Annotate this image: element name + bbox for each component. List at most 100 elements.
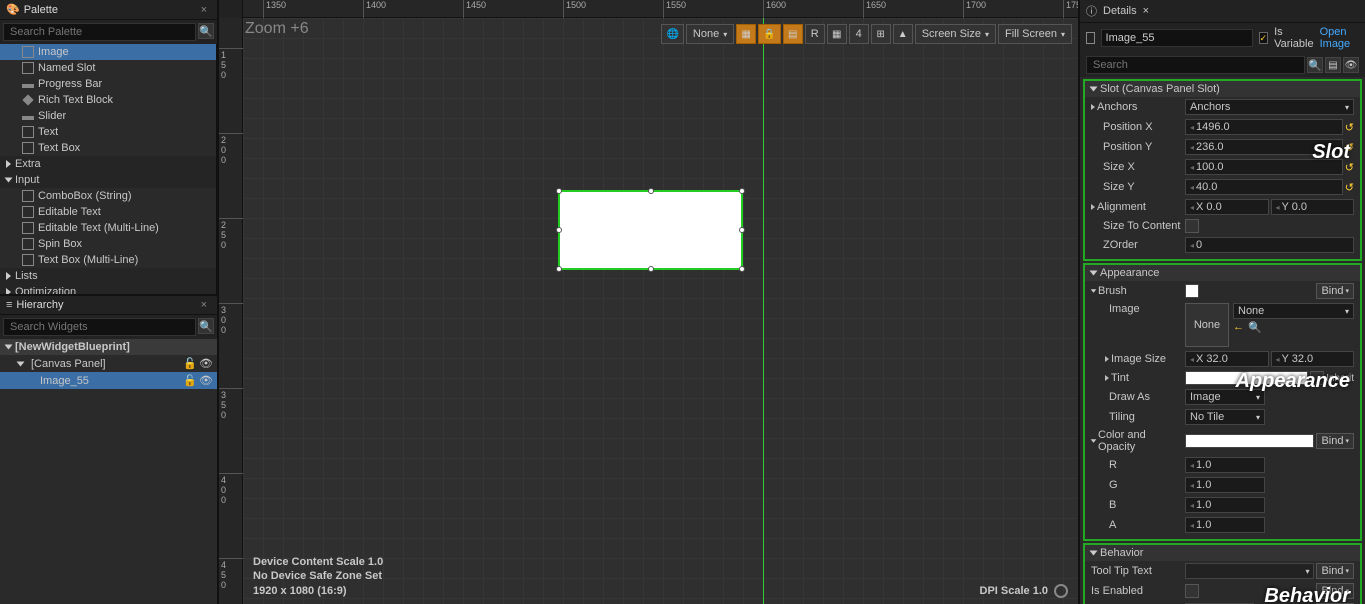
- tiling-label: Tiling: [1109, 411, 1135, 423]
- palette-item[interactable]: Spin Box: [0, 236, 216, 252]
- bind-button[interactable]: Bind: [1316, 583, 1354, 599]
- expand-icon: [17, 361, 25, 366]
- g-input[interactable]: 1.0: [1185, 477, 1265, 493]
- close-icon[interactable]: ×: [197, 299, 211, 311]
- posx-input[interactable]: 1496.0: [1185, 119, 1343, 135]
- selected-widget[interactable]: [558, 190, 743, 270]
- image-thumbnail[interactable]: None: [1185, 303, 1229, 347]
- slot-header[interactable]: Slot (Canvas Panel Slot): [1085, 81, 1360, 97]
- sizex-input[interactable]: 100.0: [1185, 159, 1343, 175]
- palette-item[interactable]: Image: [0, 44, 216, 60]
- tooltip-input[interactable]: [1185, 563, 1314, 579]
- align-x-input[interactable]: X 0.0: [1185, 199, 1269, 215]
- is-variable-checkbox[interactable]: [1259, 32, 1269, 44]
- image-size-y-input[interactable]: Y 32.0: [1271, 351, 1355, 367]
- lang-button[interactable]: 🌐: [661, 24, 683, 44]
- lock-button[interactable]: 🔒: [758, 24, 780, 44]
- search-icon[interactable]: 🔍: [1307, 57, 1323, 73]
- palette-category[interactable]: Input: [0, 172, 216, 188]
- filter-icon[interactable]: ▤: [1325, 57, 1341, 73]
- gear-icon[interactable]: [1054, 584, 1068, 598]
- posy-input[interactable]: 236.0: [1185, 139, 1343, 155]
- r-button[interactable]: R: [805, 24, 825, 44]
- palette-category[interactable]: Optimization: [0, 284, 216, 294]
- grid-num[interactable]: 4: [849, 24, 869, 44]
- use-arrow-icon[interactable]: ←: [1233, 321, 1244, 334]
- outline-button[interactable]: ▲: [893, 24, 913, 44]
- brush-swatch[interactable]: [1185, 284, 1199, 298]
- screen-size-dropdown[interactable]: Screen Size: [915, 24, 996, 44]
- enabled-checkbox[interactable]: [1185, 584, 1199, 598]
- hierarchy-item-canvas[interactable]: [Canvas Panel] 🔓👁: [0, 355, 217, 372]
- bind-button[interactable]: Bind: [1316, 563, 1354, 579]
- reset-icon[interactable]: ↺: [1345, 141, 1354, 154]
- inherit-checkbox[interactable]: [1310, 371, 1324, 385]
- eye-icon[interactable]: 👁: [1343, 57, 1359, 73]
- lock-icon[interactable]: 🔓: [183, 357, 197, 370]
- open-image-link[interactable]: Open Image: [1320, 26, 1359, 50]
- grid-button[interactable]: ▤: [783, 24, 803, 44]
- palette-item[interactable]: Named Slot: [0, 60, 216, 76]
- brush-label: Brush: [1098, 285, 1127, 297]
- eye-icon[interactable]: 👁: [199, 357, 213, 370]
- a-input[interactable]: 1.0: [1185, 517, 1265, 533]
- palette-item[interactable]: Text Box: [0, 140, 216, 156]
- draw-as-dropdown[interactable]: Image: [1185, 389, 1265, 405]
- toolbar-btn-1[interactable]: ▦: [736, 24, 756, 44]
- dpi-label: DPI Scale 1.0: [980, 584, 1069, 598]
- image-size-x-input[interactable]: X 32.0: [1185, 351, 1269, 367]
- palette-item[interactable]: Editable Text (Multi-Line): [0, 220, 216, 236]
- behavior-header[interactable]: Behavior: [1085, 545, 1360, 561]
- tiling-dropdown[interactable]: No Tile: [1185, 409, 1265, 425]
- palette-item[interactable]: Progress Bar: [0, 76, 216, 92]
- palette-header: 🎨 Palette ×: [0, 0, 217, 20]
- palette-item[interactable]: Text: [0, 124, 216, 140]
- reset-icon[interactable]: ↺: [1345, 161, 1354, 174]
- image-dropdown[interactable]: None: [1233, 303, 1354, 319]
- draw-as-label: Draw As: [1109, 391, 1150, 403]
- browse-icon[interactable]: 🔍: [1248, 321, 1262, 334]
- reset-icon[interactable]: ↺: [1345, 121, 1354, 134]
- appearance-header[interactable]: Appearance: [1085, 265, 1360, 281]
- fill-screen-dropdown[interactable]: Fill Screen: [998, 24, 1072, 44]
- align-y-input[interactable]: Y 0.0: [1271, 199, 1355, 215]
- r-input[interactable]: 1.0: [1185, 457, 1265, 473]
- palette-item[interactable]: Slider: [0, 108, 216, 124]
- palette-category[interactable]: Lists: [0, 268, 216, 284]
- details-search-input[interactable]: [1086, 56, 1305, 74]
- snap-button[interactable]: ▦: [827, 24, 847, 44]
- search-icon[interactable]: 🔍: [198, 318, 214, 334]
- size-to-content-checkbox[interactable]: [1185, 219, 1199, 233]
- palette-item[interactable]: Rich Text Block: [0, 92, 216, 108]
- anchors-dropdown[interactable]: Anchors: [1185, 99, 1354, 115]
- palette-category[interactable]: Extra: [0, 156, 216, 172]
- none-dropdown[interactable]: None: [686, 24, 734, 44]
- search-icon[interactable]: 🔍: [198, 23, 214, 39]
- designer-viewport[interactable]: 🌐 None ▦ 🔒 ▤ R ▦ 4 ⊞ ▲ Screen Size Fill …: [243, 18, 1078, 604]
- expand-icon: [5, 345, 13, 350]
- bind-button[interactable]: Bind: [1316, 433, 1354, 449]
- bind-button[interactable]: Bind: [1316, 283, 1354, 299]
- reset-icon[interactable]: ↺: [1345, 181, 1354, 194]
- palette-item[interactable]: Text Box (Multi-Line): [0, 252, 216, 268]
- hierarchy-item-image[interactable]: Image_55 🔓👁: [0, 372, 217, 389]
- close-icon[interactable]: ×: [197, 4, 211, 16]
- palette-search-input[interactable]: [3, 23, 196, 41]
- layout-button[interactable]: ⊞: [871, 24, 891, 44]
- tint-color[interactable]: [1185, 371, 1308, 385]
- color-opacity-bar[interactable]: [1185, 434, 1314, 448]
- widget-name-input[interactable]: [1101, 29, 1253, 47]
- eye-icon[interactable]: 👁: [199, 374, 213, 387]
- palette-item[interactable]: Editable Text: [0, 204, 216, 220]
- section-behavior: Behavior Tool Tip TextBind Is EnabledBin…: [1083, 543, 1362, 604]
- hierarchy-search-input[interactable]: [3, 318, 196, 336]
- lock-icon[interactable]: 🔓: [183, 374, 197, 387]
- hierarchy-root[interactable]: [NewWidgetBlueprint]: [0, 339, 217, 355]
- b-input[interactable]: 1.0: [1185, 497, 1265, 513]
- tint-label: Tint: [1111, 372, 1129, 384]
- zorder-input[interactable]: 0: [1185, 237, 1354, 253]
- close-icon[interactable]: ×: [1143, 5, 1149, 17]
- inherit-label: Inherit: [1326, 373, 1354, 384]
- sizey-input[interactable]: 40.0: [1185, 179, 1343, 195]
- palette-item[interactable]: ComboBox (String): [0, 188, 216, 204]
